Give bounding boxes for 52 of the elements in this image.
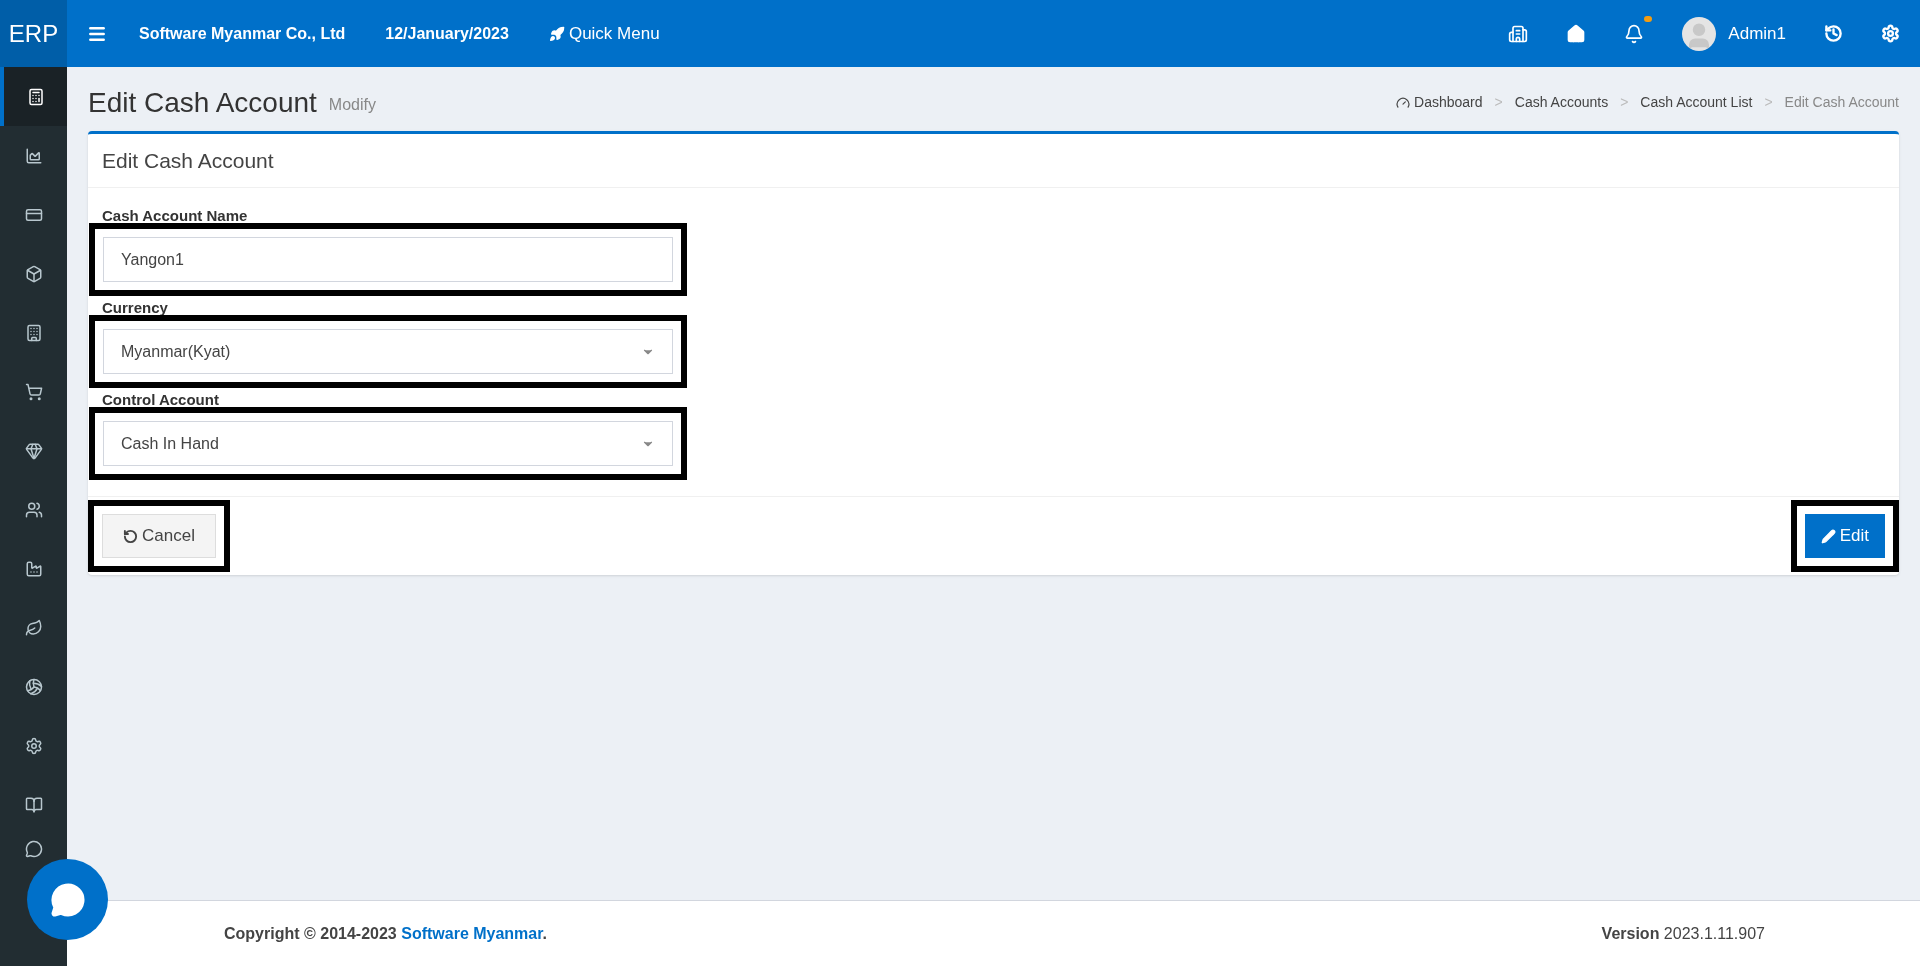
settings-icon	[24, 736, 43, 755]
factory-icon	[24, 559, 43, 578]
version-text: Version 2023.1.11.907	[1601, 923, 1765, 944]
book-icon	[24, 795, 43, 814]
chat-icon	[49, 881, 86, 918]
breadcrumb-link[interactable]: Cash Accounts	[1514, 92, 1609, 113]
field-label: Cash Account Name	[102, 208, 248, 223]
settings-icon[interactable]	[1881, 24, 1900, 43]
chat-icon	[24, 840, 43, 858]
pencil-icon	[1820, 528, 1836, 544]
company-name: Software Myanmar Co., Ltd	[139, 23, 346, 44]
diamond-icon	[24, 441, 43, 460]
home-icon[interactable]	[1566, 23, 1587, 44]
logo[interactable]: ERP	[0, 0, 67, 67]
select-value: Myanmar(Kyat)	[121, 341, 231, 362]
select-field[interactable]: Cash In Hand	[103, 421, 673, 466]
undo-icon	[123, 528, 138, 544]
box-icon	[24, 264, 43, 283]
card-title: Edit Cash Account	[88, 134, 1899, 188]
text-field[interactable]: Yangon1	[103, 237, 673, 282]
user-name[interactable]: Admin1	[1728, 20, 1786, 47]
cancel-button[interactable]: Cancel	[102, 514, 216, 558]
field-label: Control Account	[102, 392, 219, 407]
rocket-icon	[548, 25, 565, 42]
page-title: Edit Cash Account	[88, 89, 317, 117]
page-subtitle: Modify	[328, 95, 376, 115]
cart-icon	[24, 382, 43, 401]
edit-button[interactable]: Edit	[1804, 514, 1885, 558]
copyright-text: Copyright © 2014-2023 Software Myanmar.	[224, 923, 548, 944]
ball-icon	[24, 677, 43, 696]
area-chart-icon	[24, 146, 43, 165]
bell-icon[interactable]	[1624, 23, 1645, 44]
quick-menu-button[interactable]: Quick Menu	[548, 20, 660, 47]
avatar[interactable]	[1682, 16, 1717, 51]
field-label: Currency	[102, 300, 168, 315]
breadcrumb-separator: >	[1764, 93, 1773, 112]
building-icon[interactable]	[1508, 23, 1529, 44]
date-text: 12/January/2023	[385, 23, 509, 44]
company-link[interactable]: Software Myanmar	[401, 924, 543, 942]
select-field[interactable]: Myanmar(Kyat)	[103, 329, 673, 374]
history-icon[interactable]	[1824, 24, 1843, 43]
leaf-icon	[24, 618, 43, 637]
users-icon	[24, 500, 43, 519]
sidebar-item[interactable]	[0, 67, 67, 126]
breadcrumb-link[interactable]: Cash Account List	[1640, 92, 1753, 113]
breadcrumb-separator: >	[1620, 93, 1629, 112]
calculator-icon	[26, 87, 45, 106]
breadcrumb-link[interactable]: Dashboard	[1414, 92, 1483, 113]
breadcrumb-separator: >	[1494, 93, 1503, 112]
building-icon	[24, 323, 43, 342]
select-value: Cash In Hand	[121, 433, 219, 454]
dashboard-icon	[1396, 95, 1411, 110]
